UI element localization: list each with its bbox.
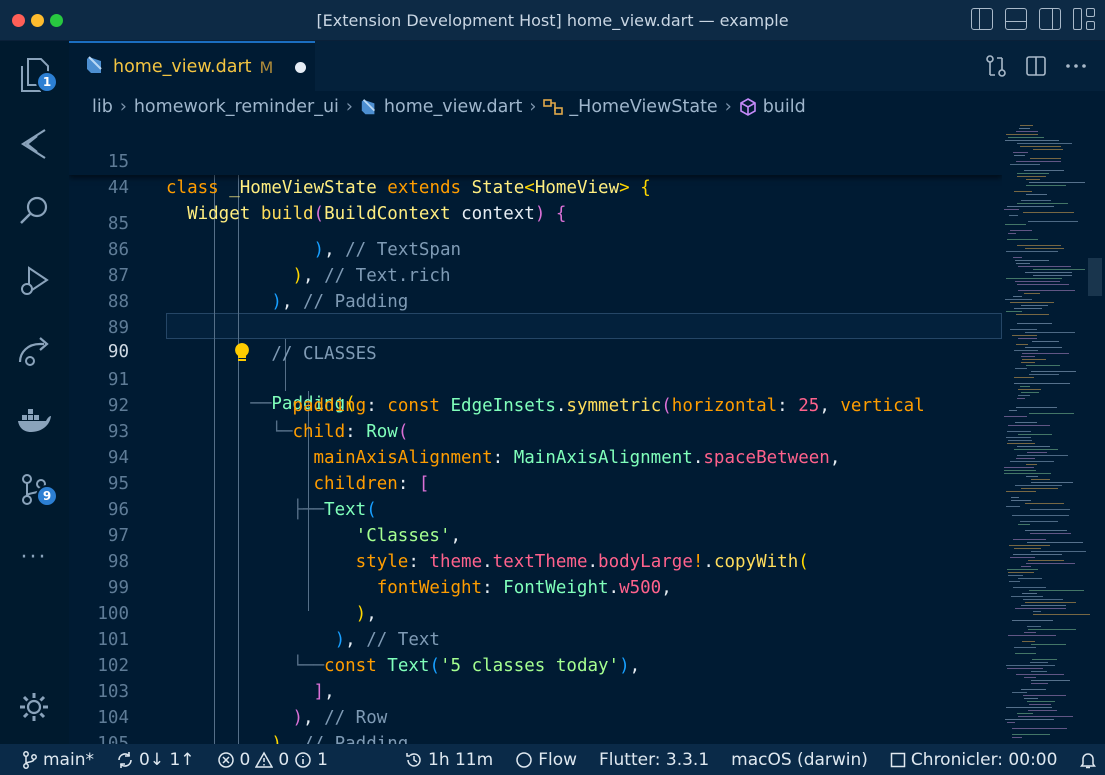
info-count: 1 [317, 749, 328, 770]
branch-status[interactable]: main* [22, 750, 94, 770]
error-icon [217, 751, 234, 768]
sync-status[interactable]: 0↓ 1↑ [116, 750, 195, 770]
docker-icon[interactable] [14, 401, 54, 441]
more-views-icon[interactable]: ··· [14, 537, 54, 577]
activity-bar: 1 9 ··· [0, 41, 69, 744]
chevron-right-icon: › [529, 97, 537, 117]
git-branch-icon [23, 750, 37, 769]
tab-home-view-dart[interactable]: home_view.dart M [69, 41, 315, 91]
title-bar: [Extension Development Host] home_view.d… [0, 0, 1105, 41]
time-value: 1h 11m [428, 749, 494, 770]
open-changes-icon[interactable] [985, 54, 1007, 82]
editor-tab-bar: home_view.dart M [69, 41, 1105, 91]
sticky-scroll-header[interactable]: 15 class _HomeViewState extends State<Ho… [69, 123, 1002, 224]
flutter-version-label: Flutter: 3.3.1 [599, 749, 710, 770]
time-tracker[interactable]: 1h 11m [405, 750, 493, 770]
code-editor[interactable]: 15 class _HomeViewState extends State<Ho… [69, 123, 1002, 744]
breadcrumb-item-folder[interactable]: homework_reminder_ui [134, 97, 339, 117]
history-icon [406, 752, 421, 767]
modified-indicator: M [259, 57, 274, 77]
branch-name: main* [43, 749, 94, 770]
sync-counts: 0↓ 1↑ [138, 749, 195, 770]
sticky-line-build: Widget build(BuildContext context) { [187, 204, 567, 224]
flutter-version[interactable]: Flutter: 3.3.1 [599, 750, 709, 770]
unsaved-dot-icon[interactable] [295, 61, 307, 73]
device-label: macOS (darwin) [731, 749, 868, 770]
chevron-right-icon: › [345, 97, 353, 117]
breadcrumb: lib › homework_reminder_ui › home_view.d… [69, 91, 1105, 123]
tab-label: home_view.dart [113, 57, 252, 77]
problems-status[interactable]: 0 0 1 [217, 750, 328, 770]
explorer-icon[interactable]: 1 [14, 55, 58, 95]
chronicler-label: Chronicler: 00:00 [910, 749, 1058, 770]
warning-icon [255, 750, 274, 768]
customize-layout-icon[interactable] [1073, 8, 1095, 30]
status-bar: main* 0↓ 1↑ 0 0 1 1h 11m Flow Flutter: 3… [0, 744, 1105, 775]
toggle-secondary-sidebar-icon[interactable] [1039, 8, 1061, 30]
class-symbol-icon [543, 98, 564, 116]
settings-gear-icon[interactable] [14, 687, 54, 727]
circle-icon [516, 751, 532, 768]
flow-label: Flow [538, 749, 577, 770]
search-icon[interactable] [14, 191, 54, 231]
dart-file-icon [85, 55, 105, 79]
explorer-badge: 1 [36, 71, 58, 93]
info-icon [295, 751, 311, 768]
toggle-panel-icon[interactable] [1005, 8, 1027, 30]
breadcrumb-item-class[interactable]: _HomeViewState [569, 97, 717, 117]
breadcrumb-item-lib[interactable]: lib [92, 97, 113, 117]
remote-share-icon[interactable] [14, 331, 54, 371]
warning-count: 0 [278, 749, 290, 770]
dart-file-icon [360, 98, 378, 116]
device-selector[interactable]: macOS (darwin) [731, 750, 868, 770]
notifications-bell-icon[interactable] [1079, 751, 1097, 769]
source-control-icon[interactable]: 9 [14, 469, 58, 509]
chevron-right-icon: › [119, 97, 127, 117]
line-number: 44 [107, 178, 129, 198]
flow-status[interactable]: Flow [515, 750, 577, 770]
scrollbar-thumb[interactable] [1088, 258, 1102, 296]
breadcrumb-item-file[interactable]: home_view.dart [384, 97, 523, 117]
flutter-outline-icon[interactable] [14, 124, 54, 164]
minimap[interactable] [1002, 123, 1105, 744]
error-count: 0 [239, 749, 251, 770]
window-title: [Extension Development Host] home_view.d… [316, 11, 789, 30]
split-editor-icon[interactable] [1025, 55, 1047, 81]
square-icon [890, 752, 906, 767]
chevron-right-icon: › [724, 97, 732, 117]
sync-icon [118, 751, 132, 768]
run-debug-icon[interactable] [14, 261, 54, 301]
method-symbol-icon [739, 98, 757, 116]
more-actions-icon[interactable] [1065, 55, 1087, 81]
toggle-primary-sidebar-icon[interactable] [971, 8, 993, 30]
breadcrumb-item-method[interactable]: build [763, 97, 806, 117]
sticky-line-class: class _HomeViewState extends State<HomeV… [166, 178, 651, 198]
chronicler-status[interactable]: Chronicler: 00:00 [890, 749, 1058, 770]
source-control-badge: 9 [36, 485, 58, 507]
